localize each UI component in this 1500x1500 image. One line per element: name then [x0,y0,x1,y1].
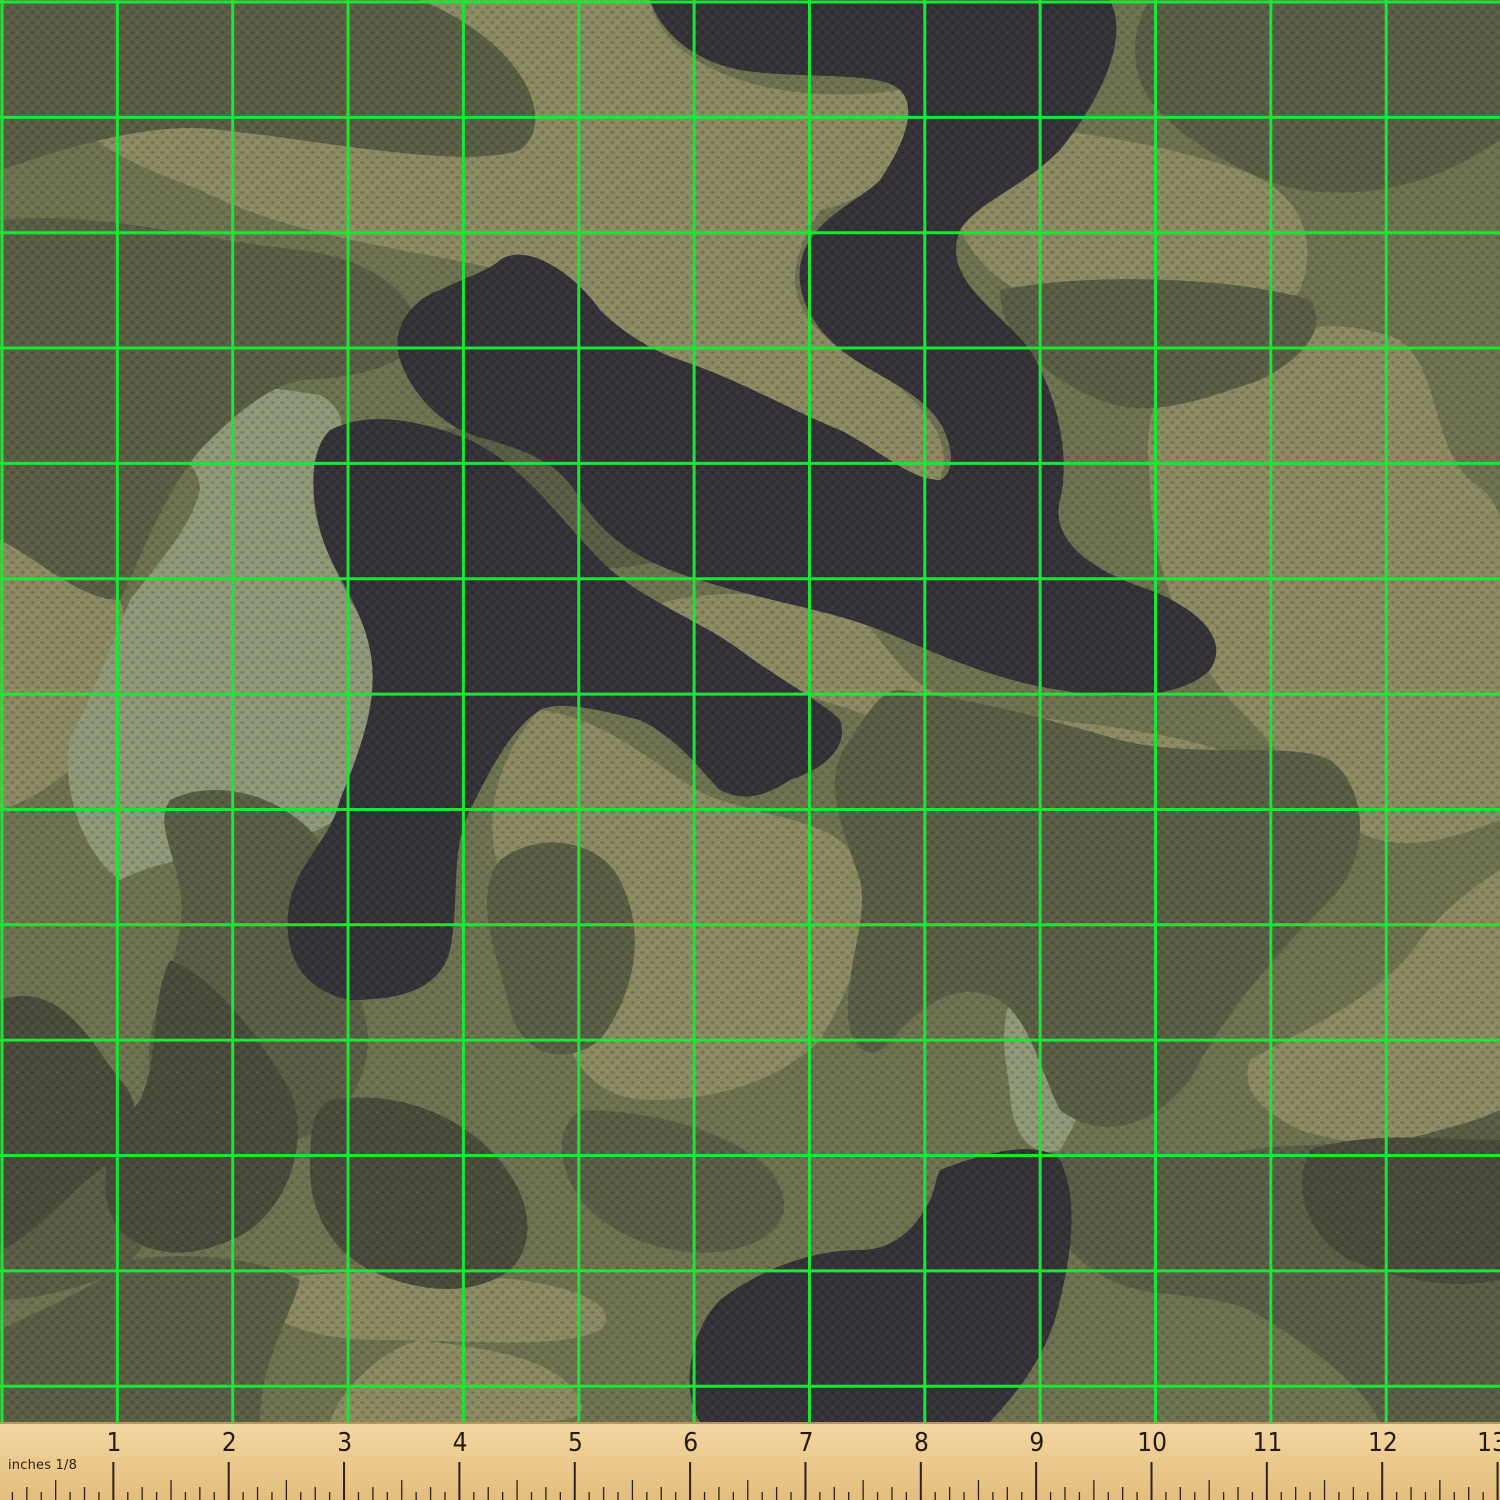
camouflage-fabric-swatch [0,0,1500,1422]
ruler-unit-label: inches 1/8 [8,1458,78,1473]
ruler-number: 4 [452,1428,468,1458]
ruler-number: 9 [1029,1428,1045,1458]
ruler-number: 7 [798,1428,814,1458]
ruler-number: 10 [1137,1428,1168,1458]
ruler-number: 2 [221,1428,237,1458]
measuring-ruler: inches 1/8 12345678910111213 [0,1422,1500,1500]
ruler-number: 8 [913,1428,929,1458]
ruler-number: 5 [567,1428,583,1458]
ruler-number: 11 [1252,1428,1283,1458]
ruler-number: 13 [1477,1428,1500,1458]
ruler-number: 12 [1367,1428,1398,1458]
ruler-number: 1 [106,1428,122,1458]
ruler-number: 6 [683,1428,699,1458]
ruler-number: 3 [337,1428,353,1458]
product-image: inches 1/8 12345678910111213 [0,0,1500,1500]
weave-texture [0,0,1500,1422]
